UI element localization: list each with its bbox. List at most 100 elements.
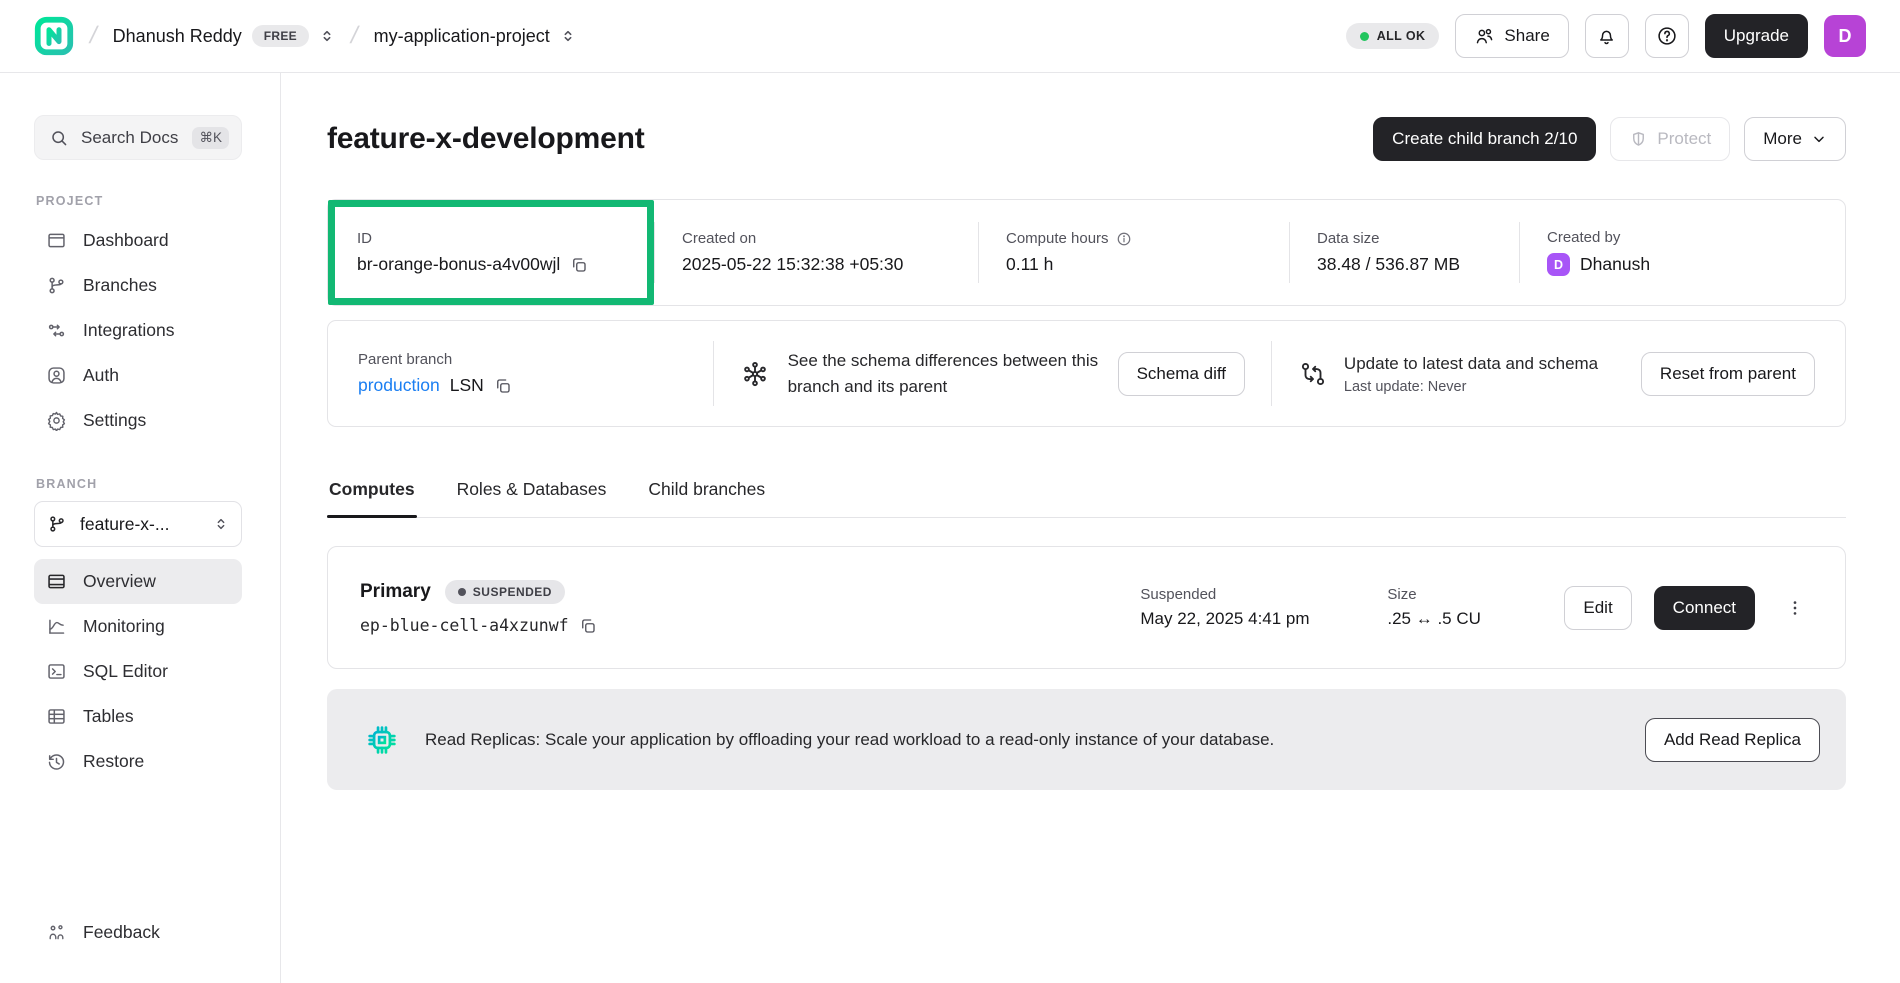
- data-size-label: Data size: [1317, 230, 1491, 247]
- main-content: feature-x-development Create child branc…: [281, 73, 1900, 983]
- create-child-branch-button[interactable]: Create child branch 2/10: [1373, 117, 1596, 161]
- project-name: my-application-project: [374, 26, 550, 47]
- sidebar-item-auth[interactable]: Auth: [34, 353, 242, 398]
- sidebar-item-label: Feedback: [83, 922, 160, 943]
- upgrade-button[interactable]: Upgrade: [1705, 14, 1808, 58]
- shield-icon: [1629, 130, 1648, 149]
- suspended-label: Suspended: [1140, 586, 1365, 603]
- add-read-replica-button[interactable]: Add Read Replica: [1645, 718, 1820, 762]
- sidebar-item-monitoring[interactable]: Monitoring: [34, 604, 242, 649]
- branch-section-label: BRANCH: [36, 477, 242, 491]
- sidebar-item-overview[interactable]: Overview: [34, 559, 242, 604]
- suspended-cell: Suspended May 22, 2025 4:41 pm: [1140, 586, 1365, 629]
- git-compare-icon: [1298, 359, 1328, 389]
- id-label: ID: [357, 230, 625, 247]
- parent-branch-card: Parent branch production LSN See the sch…: [327, 320, 1846, 427]
- chart-line-icon: [46, 616, 67, 637]
- compute-menu-button[interactable]: [1777, 590, 1813, 626]
- edit-button[interactable]: Edit: [1564, 586, 1631, 630]
- compute-name: Primary: [360, 581, 431, 603]
- tab-label: Roles & Databases: [457, 479, 607, 499]
- overview-icon: [46, 571, 67, 592]
- sidebar-item-dashboard[interactable]: Dashboard: [34, 218, 242, 263]
- chevron-down-icon: [1811, 131, 1827, 147]
- sidebar-item-branches[interactable]: Branches: [34, 263, 242, 308]
- data-size-cell: Data size 38.48 / 536.87 MB: [1289, 200, 1519, 305]
- size-value: .25 ↔ .5 CU: [1387, 609, 1542, 629]
- copy-icon[interactable]: [570, 256, 588, 274]
- system-status-badge[interactable]: ALL OK: [1346, 23, 1440, 49]
- org-switcher[interactable]: Dhanush Reddy FREE: [113, 25, 335, 47]
- schema-diff-description: See the schema differences between this …: [788, 348, 1100, 399]
- created-by-cell: Created by D Dhanush: [1519, 200, 1845, 305]
- branch-selector[interactable]: feature-x-...: [34, 501, 242, 547]
- schema-diff-label: Schema diff: [1137, 364, 1226, 384]
- sidebar-item-label: Monitoring: [83, 616, 165, 637]
- top-header: / Dhanush Reddy FREE / my-application-pr…: [0, 0, 1900, 73]
- sidebar-item-feedback[interactable]: Feedback: [34, 910, 242, 955]
- copy-icon[interactable]: [579, 617, 597, 635]
- compute-hours-value: 0.11 h: [1006, 254, 1053, 275]
- neon-logo-icon[interactable]: [34, 16, 74, 56]
- project-section-label: PROJECT: [36, 194, 242, 208]
- info-icon[interactable]: [1116, 231, 1132, 247]
- sidebar-item-integrations[interactable]: Integrations: [34, 308, 242, 353]
- notifications-button[interactable]: [1585, 14, 1629, 58]
- bell-icon: [1596, 26, 1617, 47]
- gear-icon: [46, 410, 67, 431]
- chevron-up-down-icon: [213, 516, 229, 532]
- reset-from-parent-button[interactable]: Reset from parent: [1641, 352, 1815, 396]
- connect-label: Connect: [1673, 598, 1736, 618]
- tab-label: Child branches: [648, 479, 765, 499]
- parent-branch-link[interactable]: production: [358, 375, 440, 396]
- connect-button[interactable]: Connect: [1654, 586, 1755, 630]
- breadcrumb-separator: /: [87, 22, 100, 50]
- sidebar-item-label: Integrations: [83, 320, 174, 341]
- read-replica-banner: Read Replicas: Scale your application by…: [327, 689, 1846, 790]
- tab-child-branches[interactable]: Child branches: [646, 473, 767, 517]
- copy-icon[interactable]: [494, 377, 512, 395]
- created-on-value: 2025-05-22 15:32:38 +05:30: [682, 254, 903, 275]
- share-label: Share: [1504, 26, 1549, 46]
- more-button[interactable]: More: [1744, 117, 1846, 161]
- sidebar-item-sql-editor[interactable]: SQL Editor: [34, 649, 242, 694]
- user-avatar[interactable]: D: [1824, 15, 1866, 57]
- branch-info-card: ID br-orange-bonus-a4v00wjl Created on 2…: [327, 199, 1846, 306]
- compute-hours-cell: Compute hours 0.11 h: [978, 200, 1289, 305]
- git-branch-icon: [47, 514, 67, 534]
- sidebar-item-label: Branches: [83, 275, 157, 296]
- chevron-up-down-icon: [560, 28, 576, 44]
- sidebar-item-label: Settings: [83, 410, 146, 431]
- read-replica-description: Read Replicas: Scale your application by…: [425, 730, 1621, 750]
- protect-button[interactable]: Protect: [1610, 117, 1730, 161]
- share-button[interactable]: Share: [1455, 14, 1568, 58]
- suspended-value: May 22, 2025 4:41 pm: [1140, 609, 1365, 629]
- plan-badge: FREE: [252, 25, 309, 47]
- branch-id-cell: ID br-orange-bonus-a4v00wjl: [328, 200, 654, 305]
- search-docs-label: Search Docs: [81, 128, 180, 148]
- search-docs-input[interactable]: Search Docs ⌘K: [34, 115, 242, 160]
- table-icon: [46, 706, 67, 727]
- status-dot: [458, 588, 466, 596]
- search-shortcut: ⌘K: [192, 127, 229, 149]
- app-window: / Dhanush Reddy FREE / my-application-pr…: [0, 0, 1900, 983]
- chevron-up-down-icon: [319, 28, 335, 44]
- sidebar-item-label: Tables: [83, 706, 134, 727]
- project-switcher[interactable]: my-application-project: [374, 26, 576, 47]
- schema-diff-button[interactable]: Schema diff: [1118, 352, 1245, 396]
- more-label: More: [1763, 129, 1802, 149]
- data-size-value: 38.48 / 536.87 MB: [1317, 254, 1460, 275]
- selected-branch: feature-x-...: [80, 514, 200, 535]
- help-button[interactable]: [1645, 14, 1689, 58]
- sidebar-item-settings[interactable]: Settings: [34, 398, 242, 443]
- tab-computes[interactable]: Computes: [327, 473, 417, 517]
- kebab-menu-icon: [1785, 598, 1805, 618]
- size-label: Size: [1387, 586, 1542, 603]
- tab-roles-databases[interactable]: Roles & Databases: [455, 473, 609, 517]
- sidebar-item-tables[interactable]: Tables: [34, 694, 242, 739]
- sidebar-item-restore[interactable]: Restore: [34, 739, 242, 784]
- compute-status-text: SUSPENDED: [473, 585, 552, 599]
- created-by-label: Created by: [1547, 229, 1817, 246]
- status-dot: [1360, 32, 1369, 41]
- parent-branch-cell: Parent branch production LSN: [358, 351, 713, 396]
